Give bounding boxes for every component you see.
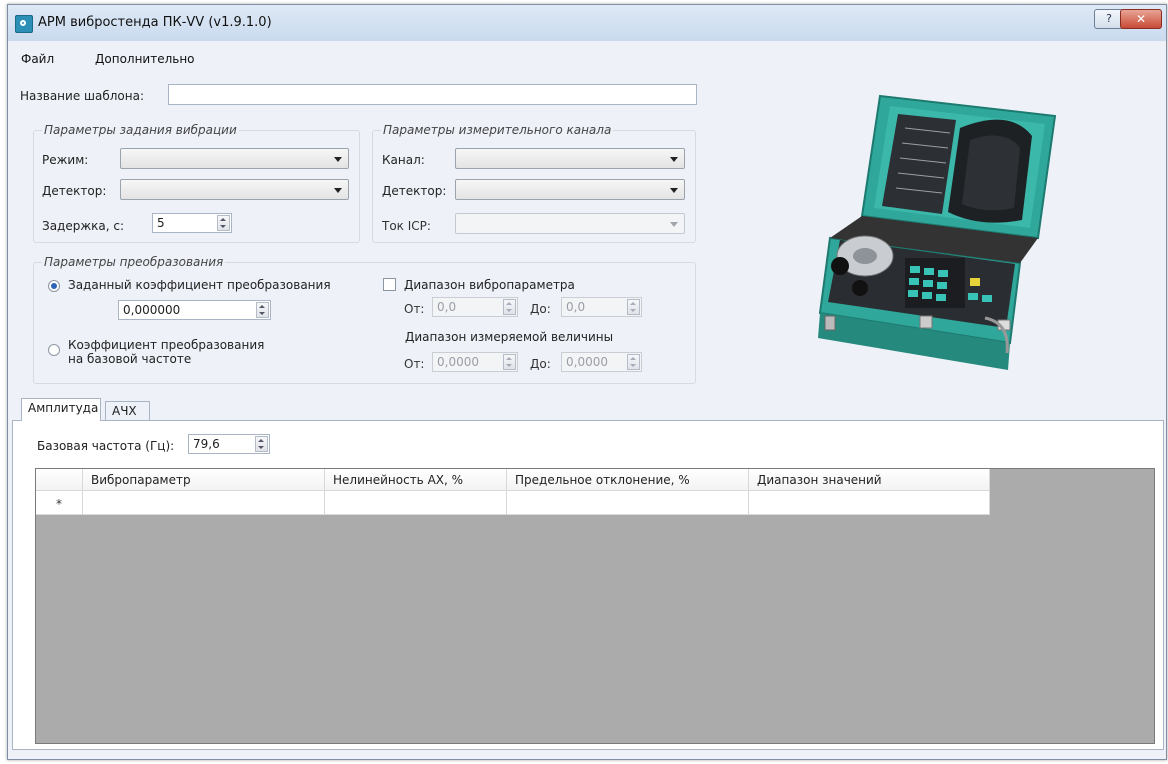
base-frequency-label: Базовая частота (Гц): [37,439,175,453]
option-base-freq-radio[interactable] [48,344,60,356]
delay-spinner[interactable]: 5 [152,213,232,233]
spin-arrows-icon[interactable] [627,354,640,370]
tab-amplitude[interactable]: Амплитуда [21,398,101,421]
table-cell[interactable] [749,491,990,515]
delay-value: 5 [157,216,165,230]
range-from-value: 0,0 [437,300,457,314]
measured-to-value: 0,0000 [566,355,608,369]
menu-file[interactable]: Файл [21,52,54,66]
coef-value: 0,000000 [123,303,181,317]
measured-from-value: 0,0000 [437,355,479,369]
template-name-label: Название шаблона: [20,89,145,103]
range-to-spinner[interactable]: 0,0 [561,297,642,317]
delay-label: Задержка, с: [42,219,125,233]
measured-range-label: Диапазон измеряемой величины [405,330,614,344]
column-header[interactable]: Диапазон значений [749,469,990,491]
channel-detector-label: Детектор: [382,184,447,198]
vib-detector-select[interactable] [120,179,349,200]
spin-arrows-icon[interactable] [503,354,516,370]
tab-frequency-response[interactable]: АЧХ [105,401,150,421]
measured-from-label: От: [404,357,425,371]
measured-to-spinner[interactable]: 0,0000 [561,352,642,372]
vibration-stand-device-image [818,94,1057,370]
coef-spinner[interactable]: 0,000000 [118,300,271,320]
option-base-freq-label-line1: Коэффициент преобразования [68,338,265,352]
new-row-marker: * [36,491,83,515]
mode-select[interactable] [120,148,349,169]
table-cell[interactable] [325,491,507,515]
spin-arrows-icon[interactable] [217,215,230,231]
base-frequency-spinner[interactable]: 79,6 [188,434,270,454]
channel-group-title: Параметры измерительного канала [381,123,614,137]
vib-detector-label: Детектор: [42,184,107,198]
chevron-down-icon [670,188,678,193]
conversion-group-title: Параметры преобразования [42,255,226,269]
app-icon [15,15,33,33]
channel-select[interactable] [455,148,685,169]
option-fixed-coef-radio[interactable] [48,280,60,292]
range-checkbox-label: Диапазон вибропараметра [404,278,575,292]
icp-select[interactable] [455,213,685,234]
option-base-freq-label-line2: на базовой частоте [68,352,192,366]
channel-label: Канал: [382,153,425,167]
menu-bar: Файл Дополнительно [8,42,1166,72]
base-frequency-value: 79,6 [193,437,220,451]
table-cell[interactable] [83,491,325,515]
template-name-input[interactable] [168,84,697,105]
range-from-label: От: [404,302,425,316]
channel-detector-select[interactable] [455,179,685,200]
spin-arrows-icon[interactable] [256,302,269,318]
close-button[interactable]: ✕ [1120,9,1162,29]
row-header-corner [36,469,83,491]
table-row[interactable]: * [36,491,990,515]
measured-to-label: До: [530,357,551,371]
column-header[interactable]: Вибропараметр [83,469,325,491]
column-header[interactable]: Предельное отклонение, % [507,469,749,491]
chevron-down-icon [334,188,342,193]
chevron-down-icon [670,222,678,227]
window-title: АРМ вибростенда ПК-VV (v1.9.1.0) [38,15,272,30]
range-to-label: До: [530,302,551,316]
chevron-down-icon [334,157,342,162]
option-fixed-coef-label: Заданный коэффициент преобразования [68,278,331,292]
column-header[interactable]: Нелинейность АХ, % [325,469,507,491]
vibration-group-title: Параметры задания вибрации [42,123,239,137]
range-to-value: 0,0 [566,300,586,314]
parameters-table[interactable]: Вибропараметр Нелинейность АХ, % Предель… [35,468,1155,744]
range-checkbox[interactable] [383,278,396,291]
chevron-down-icon [670,157,678,162]
mode-label: Режим: [42,153,89,167]
range-from-spinner[interactable]: 0,0 [432,297,518,317]
menu-extra[interactable]: Дополнительно [95,52,195,66]
table-cell[interactable] [507,491,749,515]
title-bar: АРМ вибростенда ПК-VV (v1.9.1.0) ? ✕ [8,5,1166,41]
spin-arrows-icon[interactable] [627,299,640,315]
table-header: Вибропараметр Нелинейность АХ, % Предель… [36,469,990,491]
measured-from-spinner[interactable]: 0,0000 [432,352,518,372]
icp-label: Ток ICP: [382,219,431,233]
spin-arrows-icon[interactable] [503,299,516,315]
spin-arrows-icon[interactable] [255,436,268,452]
